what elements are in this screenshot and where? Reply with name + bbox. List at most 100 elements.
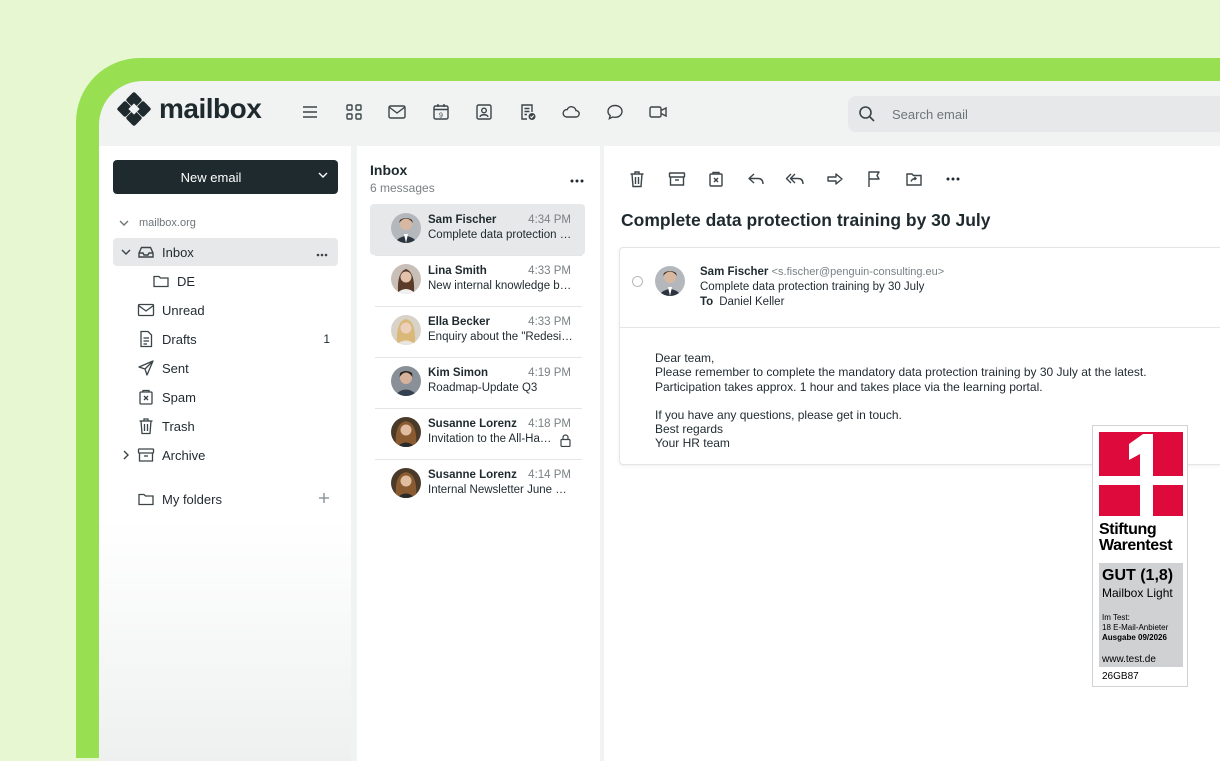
list-item[interactable]: Lina Smith 4:33 PM New internal knowledg… (370, 255, 585, 306)
sidebar-item-spam[interactable]: Spam (113, 383, 338, 411)
warentest-logo (1099, 432, 1183, 516)
badge-grade: GUT (1,8) (1102, 567, 1174, 584)
list-item[interactable]: Susanne Lorenz 4:18 PM Invitation to the… (370, 408, 585, 459)
body-line: Dear team, (655, 351, 715, 365)
chevron-down-icon[interactable] (121, 249, 131, 255)
list-item[interactable]: Susanne Lorenz 4:14 PM Internal Newslett… (370, 459, 585, 510)
reply-all-icon[interactable] (785, 169, 805, 189)
sidebar-item-sent[interactable]: Sent (113, 354, 338, 382)
unread-count: 1 (323, 332, 330, 346)
tasks-icon[interactable] (517, 101, 539, 123)
new-email-button[interactable]: New email (113, 160, 338, 194)
sender-name: Sam Fischer (428, 214, 497, 226)
sender-name: Susanne Lorenz (428, 418, 517, 430)
chevron-down-icon[interactable] (318, 172, 328, 178)
archive-icon[interactable] (667, 169, 687, 189)
avatar (391, 315, 421, 345)
mail-icon[interactable] (386, 101, 408, 123)
mailbox-logo[interactable]: mailbox (117, 92, 262, 126)
sidebar-item-label: Trash (162, 418, 195, 434)
body-line: If you have any questions, please get in… (655, 407, 902, 422)
list-item[interactable]: Kim Simon 4:19 PM Roadmap-Update Q3 (370, 357, 585, 408)
move-icon[interactable] (706, 169, 726, 189)
message-subject: Complete data protection training by 30 … (428, 229, 573, 241)
apps-grid-icon[interactable] (343, 101, 365, 123)
account-header[interactable]: mailbox.org (119, 217, 196, 229)
calendar-icon[interactable]: 9 (430, 101, 452, 123)
recipient-line: To Daniel Keller (700, 296, 784, 308)
reply-icon[interactable] (746, 169, 766, 189)
more-icon[interactable] (570, 170, 584, 188)
sidebar-item-archive[interactable]: Archive (113, 441, 338, 469)
chevron-down-icon[interactable] (119, 220, 129, 226)
sidebar-item-de[interactable]: DE (113, 267, 338, 295)
badge-test-line: Ausgabe 09/2026 (1102, 633, 1167, 642)
search-bar[interactable] (848, 96, 1220, 132)
delete-icon[interactable] (627, 169, 647, 189)
forward-icon[interactable] (825, 169, 845, 189)
chevron-right-icon[interactable] (123, 450, 129, 460)
video-icon[interactable] (647, 101, 669, 123)
message-time: 4:14 PM (528, 469, 571, 481)
app-name: mailbox (159, 93, 262, 124)
sidebar-item-inbox[interactable]: Inbox (113, 238, 338, 266)
mail-app: mailbox 9 Search email New email mailbox… (99, 81, 1220, 761)
spam-icon (137, 388, 155, 406)
message-time: 4:33 PM (528, 316, 571, 328)
mailbox-logo-icon (117, 92, 151, 126)
message-time: 4:19 PM (528, 367, 571, 379)
sender-email[interactable]: <s.fischer@penguin-consulting.eu> (772, 266, 945, 278)
list-item[interactable]: Sam Fischer 4:34 PM Complete data protec… (370, 204, 585, 255)
calendar-day: 9 (439, 113, 443, 120)
trash-icon (137, 417, 155, 435)
avatar (655, 266, 685, 296)
sidebar-item-trash[interactable]: Trash (113, 412, 338, 440)
message-time: 4:34 PM (528, 214, 571, 226)
message-subject: Internal Newsletter June edition (428, 484, 573, 496)
folder-sidebar: New email mailbox.org Inbox DE Unread Dr… (99, 146, 351, 761)
list-title: Inbox (370, 162, 408, 178)
message-time: 4:33 PM (528, 265, 571, 277)
recipient-name[interactable]: Daniel Keller (719, 296, 784, 308)
search-input[interactable] (890, 105, 1194, 123)
badge-code: 26GB87 (1102, 671, 1139, 682)
add-folder-icon[interactable] (318, 492, 330, 507)
contacts-icon[interactable] (473, 101, 495, 123)
sender-name: Susanne Lorenz (428, 469, 517, 481)
badge-test-info: Im Test: 18 E-Mail-Anbieter Ausgabe 09/2… (1102, 613, 1168, 643)
mail-icon (137, 301, 155, 319)
badge-brand-line: Warentest (1099, 537, 1173, 554)
inbox-icon (137, 243, 155, 261)
badge-product: Mailbox Light (1102, 586, 1173, 600)
sidebar-item-label: Archive (162, 447, 206, 463)
sender-name: Lina Smith (428, 265, 487, 277)
sidebar-my-folders[interactable]: My folders (113, 485, 338, 513)
body-line: Your HR team (655, 436, 730, 451)
chat-icon[interactable] (604, 101, 626, 123)
sender-name[interactable]: Sam Fischer (700, 266, 768, 278)
badge-brand: Stiftung Warentest (1099, 522, 1173, 554)
folder-icon (152, 272, 170, 290)
body-line: Participation takes approx. 1 hour and t… (655, 379, 1043, 394)
cloud-icon[interactable] (560, 101, 582, 123)
folder-move-icon[interactable] (904, 169, 924, 189)
sidebar-item-unread[interactable]: Unread (113, 296, 338, 324)
menu-icon[interactable] (299, 101, 321, 123)
more-icon[interactable] (316, 245, 328, 260)
app-switcher: 9 (299, 101, 691, 123)
more-icon[interactable] (943, 169, 963, 189)
message-subject: New internal knowledge base (428, 280, 573, 292)
select-radio[interactable] (632, 276, 643, 287)
badge-test-line: Im Test: (1102, 613, 1130, 622)
divider (620, 327, 1220, 328)
list-item[interactable]: Ella Becker 4:33 PM Enquiry about the "R… (370, 306, 585, 357)
avatar (391, 264, 421, 294)
sidebar-item-drafts[interactable]: Drafts 1 (113, 325, 338, 353)
my-folders-label: My folders (162, 491, 222, 507)
folder-icon (137, 490, 155, 508)
avatar (391, 468, 421, 498)
email-subject: Complete data protection training by 30 … (700, 281, 925, 293)
test-seal-badge: Stiftung Warentest GUT (1,8) Mailbox Lig… (1092, 425, 1188, 687)
flag-icon[interactable] (864, 169, 884, 189)
body-line: Please remember to complete the mandator… (655, 365, 1147, 380)
